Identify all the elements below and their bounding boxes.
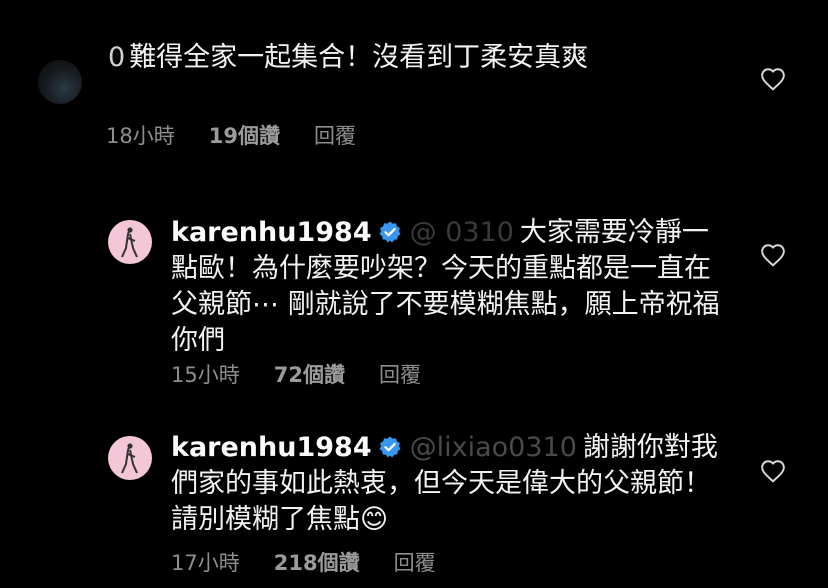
avatar[interactable] <box>108 436 152 480</box>
reply-button[interactable]: 回覆 <box>394 547 436 577</box>
timestamp: 17小時 <box>171 551 240 575</box>
comment-body: karenhu1984 @ 0310 大家需要冷靜一點歐！為什麼要吵架？今天的重點都… <box>171 215 731 359</box>
heart-icon[interactable] <box>760 243 786 267</box>
avatar-figure-icon <box>121 227 138 258</box>
timestamp: 15小時 <box>171 363 240 387</box>
avatar-figure-icon <box>121 443 138 474</box>
mention[interactable]: @ 0310 <box>410 217 514 248</box>
verified-badge-icon <box>379 436 401 458</box>
like-count[interactable]: 218個讚 <box>274 547 360 577</box>
comment-meta: 18小時 19個讚 回覆 <box>106 120 356 150</box>
mention[interactable]: 0 <box>108 42 125 73</box>
avatar[interactable] <box>108 220 152 264</box>
like-count[interactable]: 19個讚 <box>209 120 280 150</box>
comment-body: 0 難得全家一起集合！沒看到丁柔安真爽 <box>108 40 718 76</box>
mention[interactable]: @lixiao0310 <box>410 432 577 463</box>
verified-badge-icon <box>379 221 401 243</box>
comment-meta: 15小時 72個讚 回覆 <box>171 359 421 389</box>
avatar[interactable] <box>38 60 82 104</box>
username[interactable]: karenhu1984 <box>171 217 372 248</box>
comment-body: karenhu1984 @lixiao0310 謝謝你對我們家的事如此熱衷，但今天是… <box>171 430 731 538</box>
heart-icon[interactable] <box>760 459 786 483</box>
timestamp: 18小時 <box>106 124 175 148</box>
username[interactable]: karenhu1984 <box>171 432 372 463</box>
reply-button[interactable]: 回覆 <box>314 120 356 150</box>
like-count[interactable]: 72個讚 <box>274 359 345 389</box>
comment-text: 難得全家一起集合！沒看到丁柔安真爽 <box>129 42 589 73</box>
reply-button[interactable]: 回覆 <box>379 359 421 389</box>
comment-meta: 17小時 218個讚 回覆 <box>171 547 436 577</box>
heart-icon[interactable] <box>760 67 786 91</box>
